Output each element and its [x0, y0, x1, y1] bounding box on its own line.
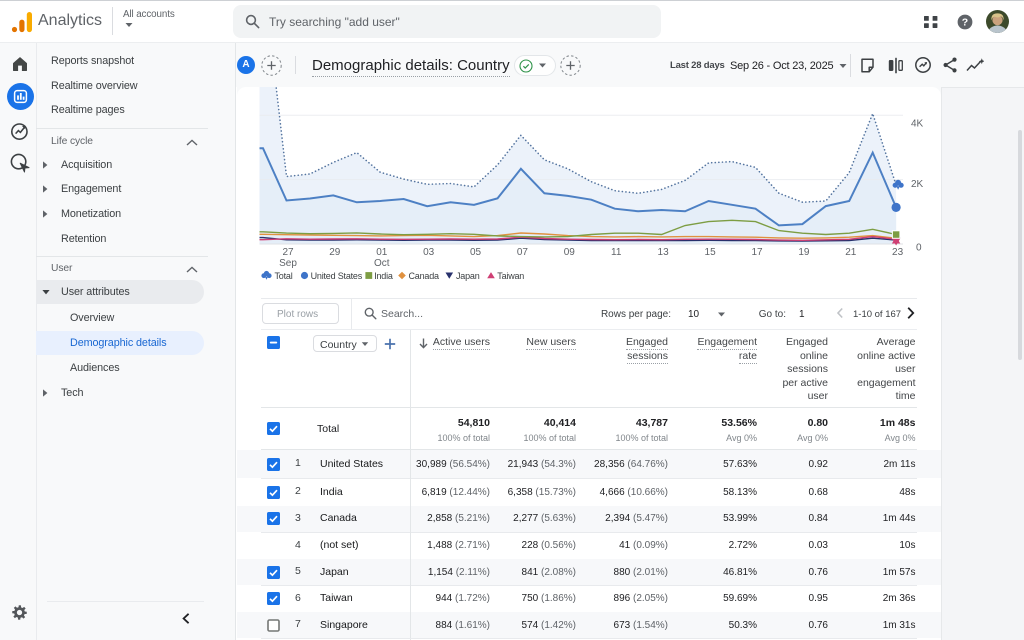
svg-text:Canada: Canada	[409, 271, 440, 281]
svg-text:29: 29	[329, 247, 341, 258]
svg-text:19: 19	[798, 247, 810, 258]
svg-text:Sep: Sep	[279, 258, 297, 269]
svg-text:09: 09	[564, 247, 576, 258]
svg-text:0: 0	[916, 243, 922, 254]
svg-text:27: 27	[282, 247, 294, 258]
svg-text:17: 17	[751, 247, 763, 258]
svg-text:Japan: Japan	[456, 271, 480, 281]
svg-text:United States: United States	[311, 271, 363, 281]
svg-text:13: 13	[658, 247, 670, 258]
svg-text:05: 05	[470, 247, 482, 258]
svg-text:Taiwan: Taiwan	[497, 271, 524, 281]
svg-text:11: 11	[611, 247, 622, 258]
svg-text:01: 01	[376, 247, 388, 258]
svg-text:07: 07	[517, 247, 529, 258]
svg-text:?: ?	[962, 16, 968, 28]
svg-text:2K: 2K	[911, 179, 924, 190]
svg-text:Oct: Oct	[374, 258, 390, 269]
svg-text:Total: Total	[275, 271, 293, 281]
svg-text:23: 23	[892, 247, 904, 258]
svg-text:India: India	[374, 271, 393, 281]
svg-text:15: 15	[705, 247, 717, 258]
svg-text:21: 21	[845, 247, 857, 258]
svg-text:4K: 4K	[911, 119, 924, 130]
svg-text:03: 03	[423, 247, 435, 258]
